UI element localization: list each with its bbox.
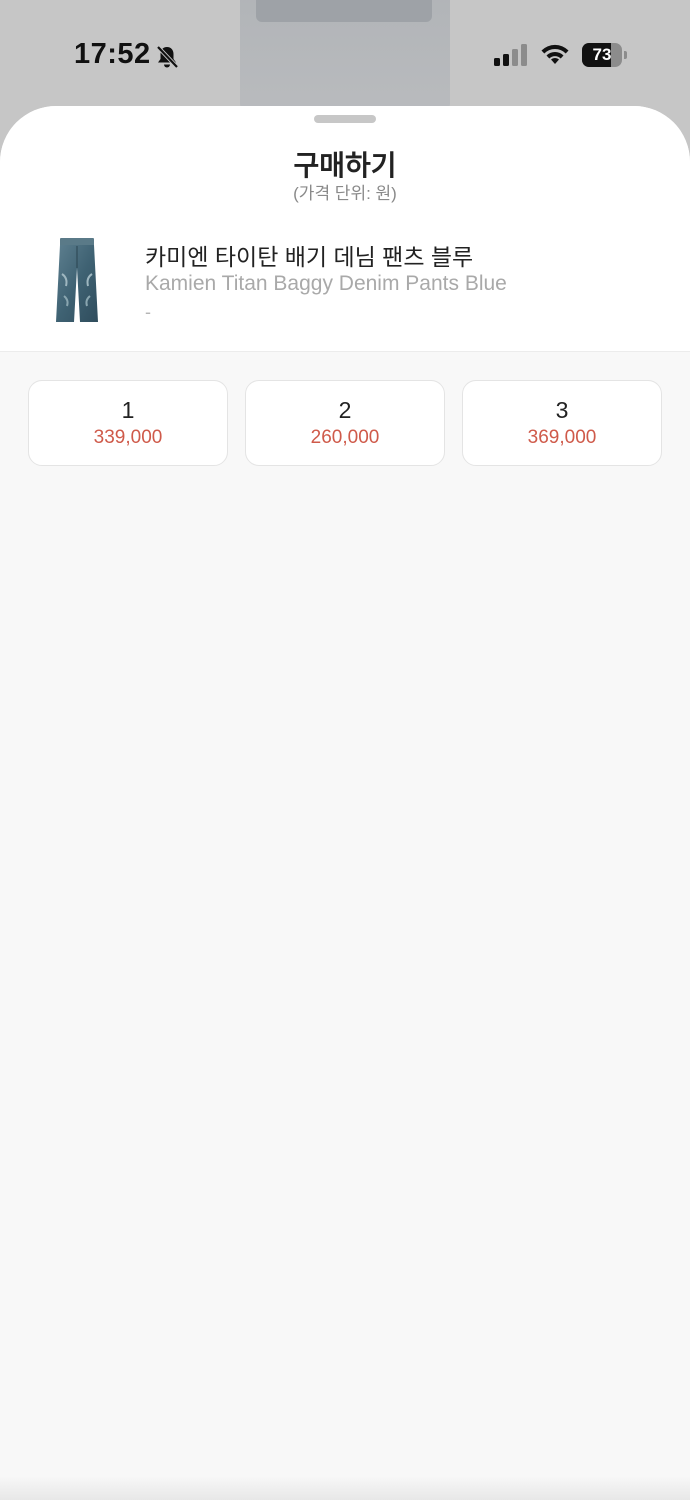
status-time: 17:52 <box>74 38 151 70</box>
size-label: 2 <box>338 397 352 423</box>
battery-level: 73 <box>592 45 612 64</box>
product-name-korean: 카미엔 타이탄 배기 데님 팬츠 블루 <box>145 244 474 270</box>
screen: 17:52 73 구매하기 (가격 단위: 원) 카미엔 타이탄 배기 데님 팬… <box>0 0 690 1500</box>
size-option-1[interactable]: 1 339,000 <box>28 380 228 466</box>
size-price: 260,000 <box>310 427 380 448</box>
battery-body: 73 <box>582 43 622 67</box>
size-option-2[interactable]: 2 260,000 <box>245 380 445 466</box>
battery-icon: 73 <box>582 43 628 67</box>
size-label: 1 <box>121 397 135 423</box>
sheet-grabber[interactable] <box>314 115 376 123</box>
size-label: 3 <box>555 397 569 423</box>
wifi-icon <box>541 44 569 64</box>
home-indicator-area <box>0 1476 690 1500</box>
purchase-sheet: 구매하기 (가격 단위: 원) 카미엔 타이탄 배기 데님 팬츠 블루 Kami… <box>0 106 690 1500</box>
size-option-3[interactable]: 3 369,000 <box>462 380 662 466</box>
size-options: 1 339,000 2 260,000 3 369,000 <box>28 380 662 466</box>
battery-cap <box>624 51 627 59</box>
bell-slash-icon <box>156 45 179 69</box>
status-bar: 17:52 73 <box>0 0 690 110</box>
price-unit-note: (가격 단위: 원) <box>293 184 397 203</box>
denim-pants-icon <box>56 238 98 322</box>
size-price: 339,000 <box>93 427 163 448</box>
cellular-signal-icon <box>494 44 527 66</box>
product-option-placeholder: - <box>145 302 151 322</box>
sheet-header: 구매하기 (가격 단위: 원) 카미엔 타이탄 배기 데님 팬츠 블루 Kami… <box>0 106 690 352</box>
product-name-english: Kamien Titan Baggy Denim Pants Blue <box>145 272 507 295</box>
size-price: 369,000 <box>527 427 597 448</box>
product-summary: 카미엔 타이탄 배기 데님 팬츠 블루 Kamien Titan Baggy D… <box>0 226 690 336</box>
sheet-title: 구매하기 <box>293 150 397 181</box>
